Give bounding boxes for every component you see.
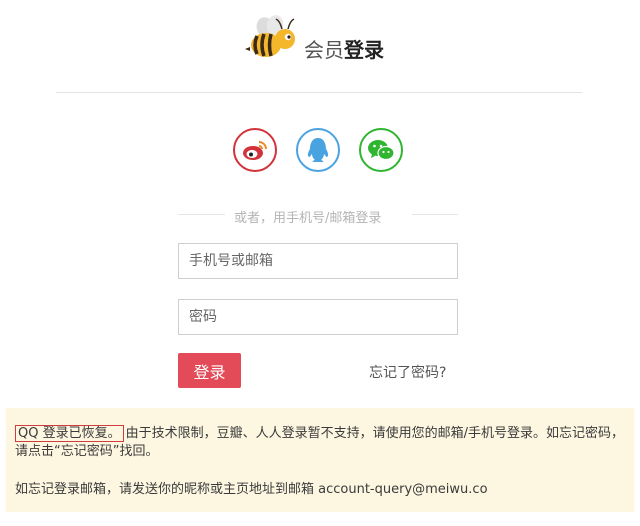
qq-icon — [307, 138, 329, 162]
wechat-icon — [368, 140, 395, 161]
bee-logo-icon — [245, 15, 295, 57]
notice-paragraph-2: 如忘记登录邮箱，请发送你的昵称或主页地址到邮箱 account-query@me… — [15, 482, 488, 497]
password-input[interactable] — [178, 299, 458, 335]
or-divider-right — [412, 214, 458, 215]
notice-paragraph-1: QQ 登录已恢复。 由于技术限制，豆瓣、人人登录暂不支持，请使用您的邮箱/手机号登… — [15, 425, 626, 461]
title-prefix: 会员 — [304, 38, 344, 62]
weibo-icon — [243, 141, 267, 160]
page-title: 会员登录 — [304, 40, 384, 60]
notice-box: QQ 登录已恢复。 由于技术限制，豆瓣、人人登录暂不支持，请使用您的邮箱/手机号登… — [6, 408, 634, 512]
login-button[interactable]: 登录 — [178, 353, 241, 388]
qq-login-button[interactable] — [296, 128, 340, 172]
qq-restored-badge: QQ 登录已恢复。 — [15, 425, 124, 442]
wechat-login-button[interactable] — [359, 128, 403, 172]
weibo-login-button[interactable] — [233, 128, 277, 172]
header-divider — [56, 92, 582, 93]
title-main: 登录 — [344, 38, 384, 62]
phone-email-input[interactable] — [178, 243, 458, 279]
header: 会员登录 — [0, 14, 640, 70]
forgot-password-link[interactable]: 忘记了密码? — [369, 362, 446, 382]
or-divider-text: 或者，用手机号/邮箱登录 — [234, 211, 382, 226]
or-divider-left — [178, 214, 225, 215]
